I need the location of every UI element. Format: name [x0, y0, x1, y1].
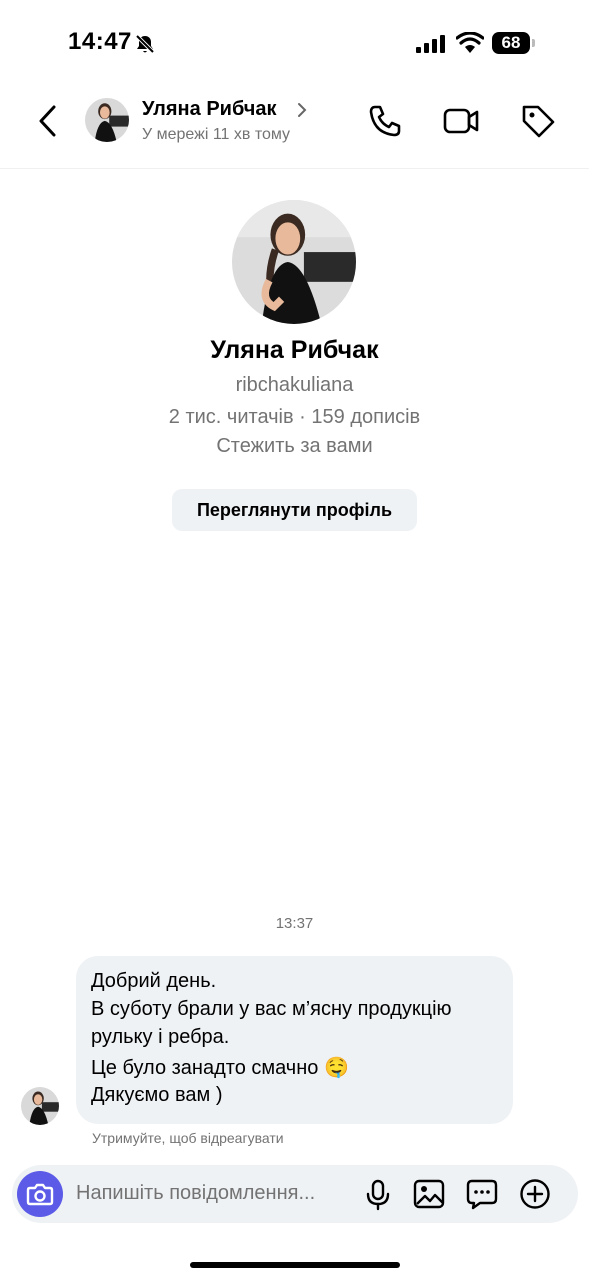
profile-avatar[interactable]: [232, 200, 356, 324]
message-input[interactable]: Напишіть повідомлення...: [76, 1182, 315, 1205]
status-time: 14:47: [68, 28, 132, 55]
message-timestamp: 13:37: [275, 915, 314, 932]
camera-icon: [26, 1183, 54, 1206]
header-contact-name[interactable]: Уляна Рибчак: [142, 98, 277, 121]
back-chevron-icon[interactable]: [34, 104, 64, 138]
message-line: рульку і ребра.: [91, 1026, 230, 1048]
gallery-image-icon[interactable]: [413, 1178, 445, 1210]
microphone-icon[interactable]: [364, 1179, 392, 1211]
profile-name: Уляна Рибчак: [210, 336, 379, 364]
sender-avatar[interactable]: [21, 1087, 59, 1125]
profile-username: ribchakuliana: [235, 374, 354, 396]
phone-call-icon[interactable]: [366, 102, 404, 140]
camera-button[interactable]: [17, 1171, 63, 1217]
tag-label-icon[interactable]: [519, 102, 557, 140]
message-line: Дякуємо вам ): [91, 1084, 223, 1106]
home-indicator[interactable]: [190, 1262, 400, 1268]
cellular-signal-icon: [416, 35, 445, 53]
message-line: В суботу брали у вас м’ясну продукцію: [91, 998, 452, 1020]
message-line: Це було занадто смачно 🤤: [91, 1057, 349, 1079]
view-profile-button[interactable]: Переглянути профіль: [172, 489, 417, 531]
message-bubble[interactable]: Добрий день. В суботу брали у вас м’ясну…: [76, 956, 513, 1124]
profile-stats: 2 тис. читачів · 159 дописів: [168, 406, 421, 428]
sticker-chat-icon[interactable]: [466, 1178, 498, 1210]
video-call-icon[interactable]: [442, 102, 480, 140]
header-divider: [0, 168, 589, 169]
battery-icon: 68: [492, 32, 536, 54]
chevron-right-icon[interactable]: [296, 101, 308, 119]
battery-level: 68: [501, 33, 521, 52]
react-hint: Утримуйте, щоб відреагувати: [92, 1130, 284, 1146]
wifi-icon: [456, 32, 484, 53]
header-avatar[interactable]: [85, 98, 129, 142]
bell-muted-icon: [135, 34, 155, 54]
header-online-status: У мережі 11 хв тому: [142, 126, 291, 143]
message-line: Добрий день.: [91, 970, 217, 992]
add-plus-icon[interactable]: [519, 1178, 551, 1210]
follow-status: Стежить за вами: [216, 435, 373, 457]
